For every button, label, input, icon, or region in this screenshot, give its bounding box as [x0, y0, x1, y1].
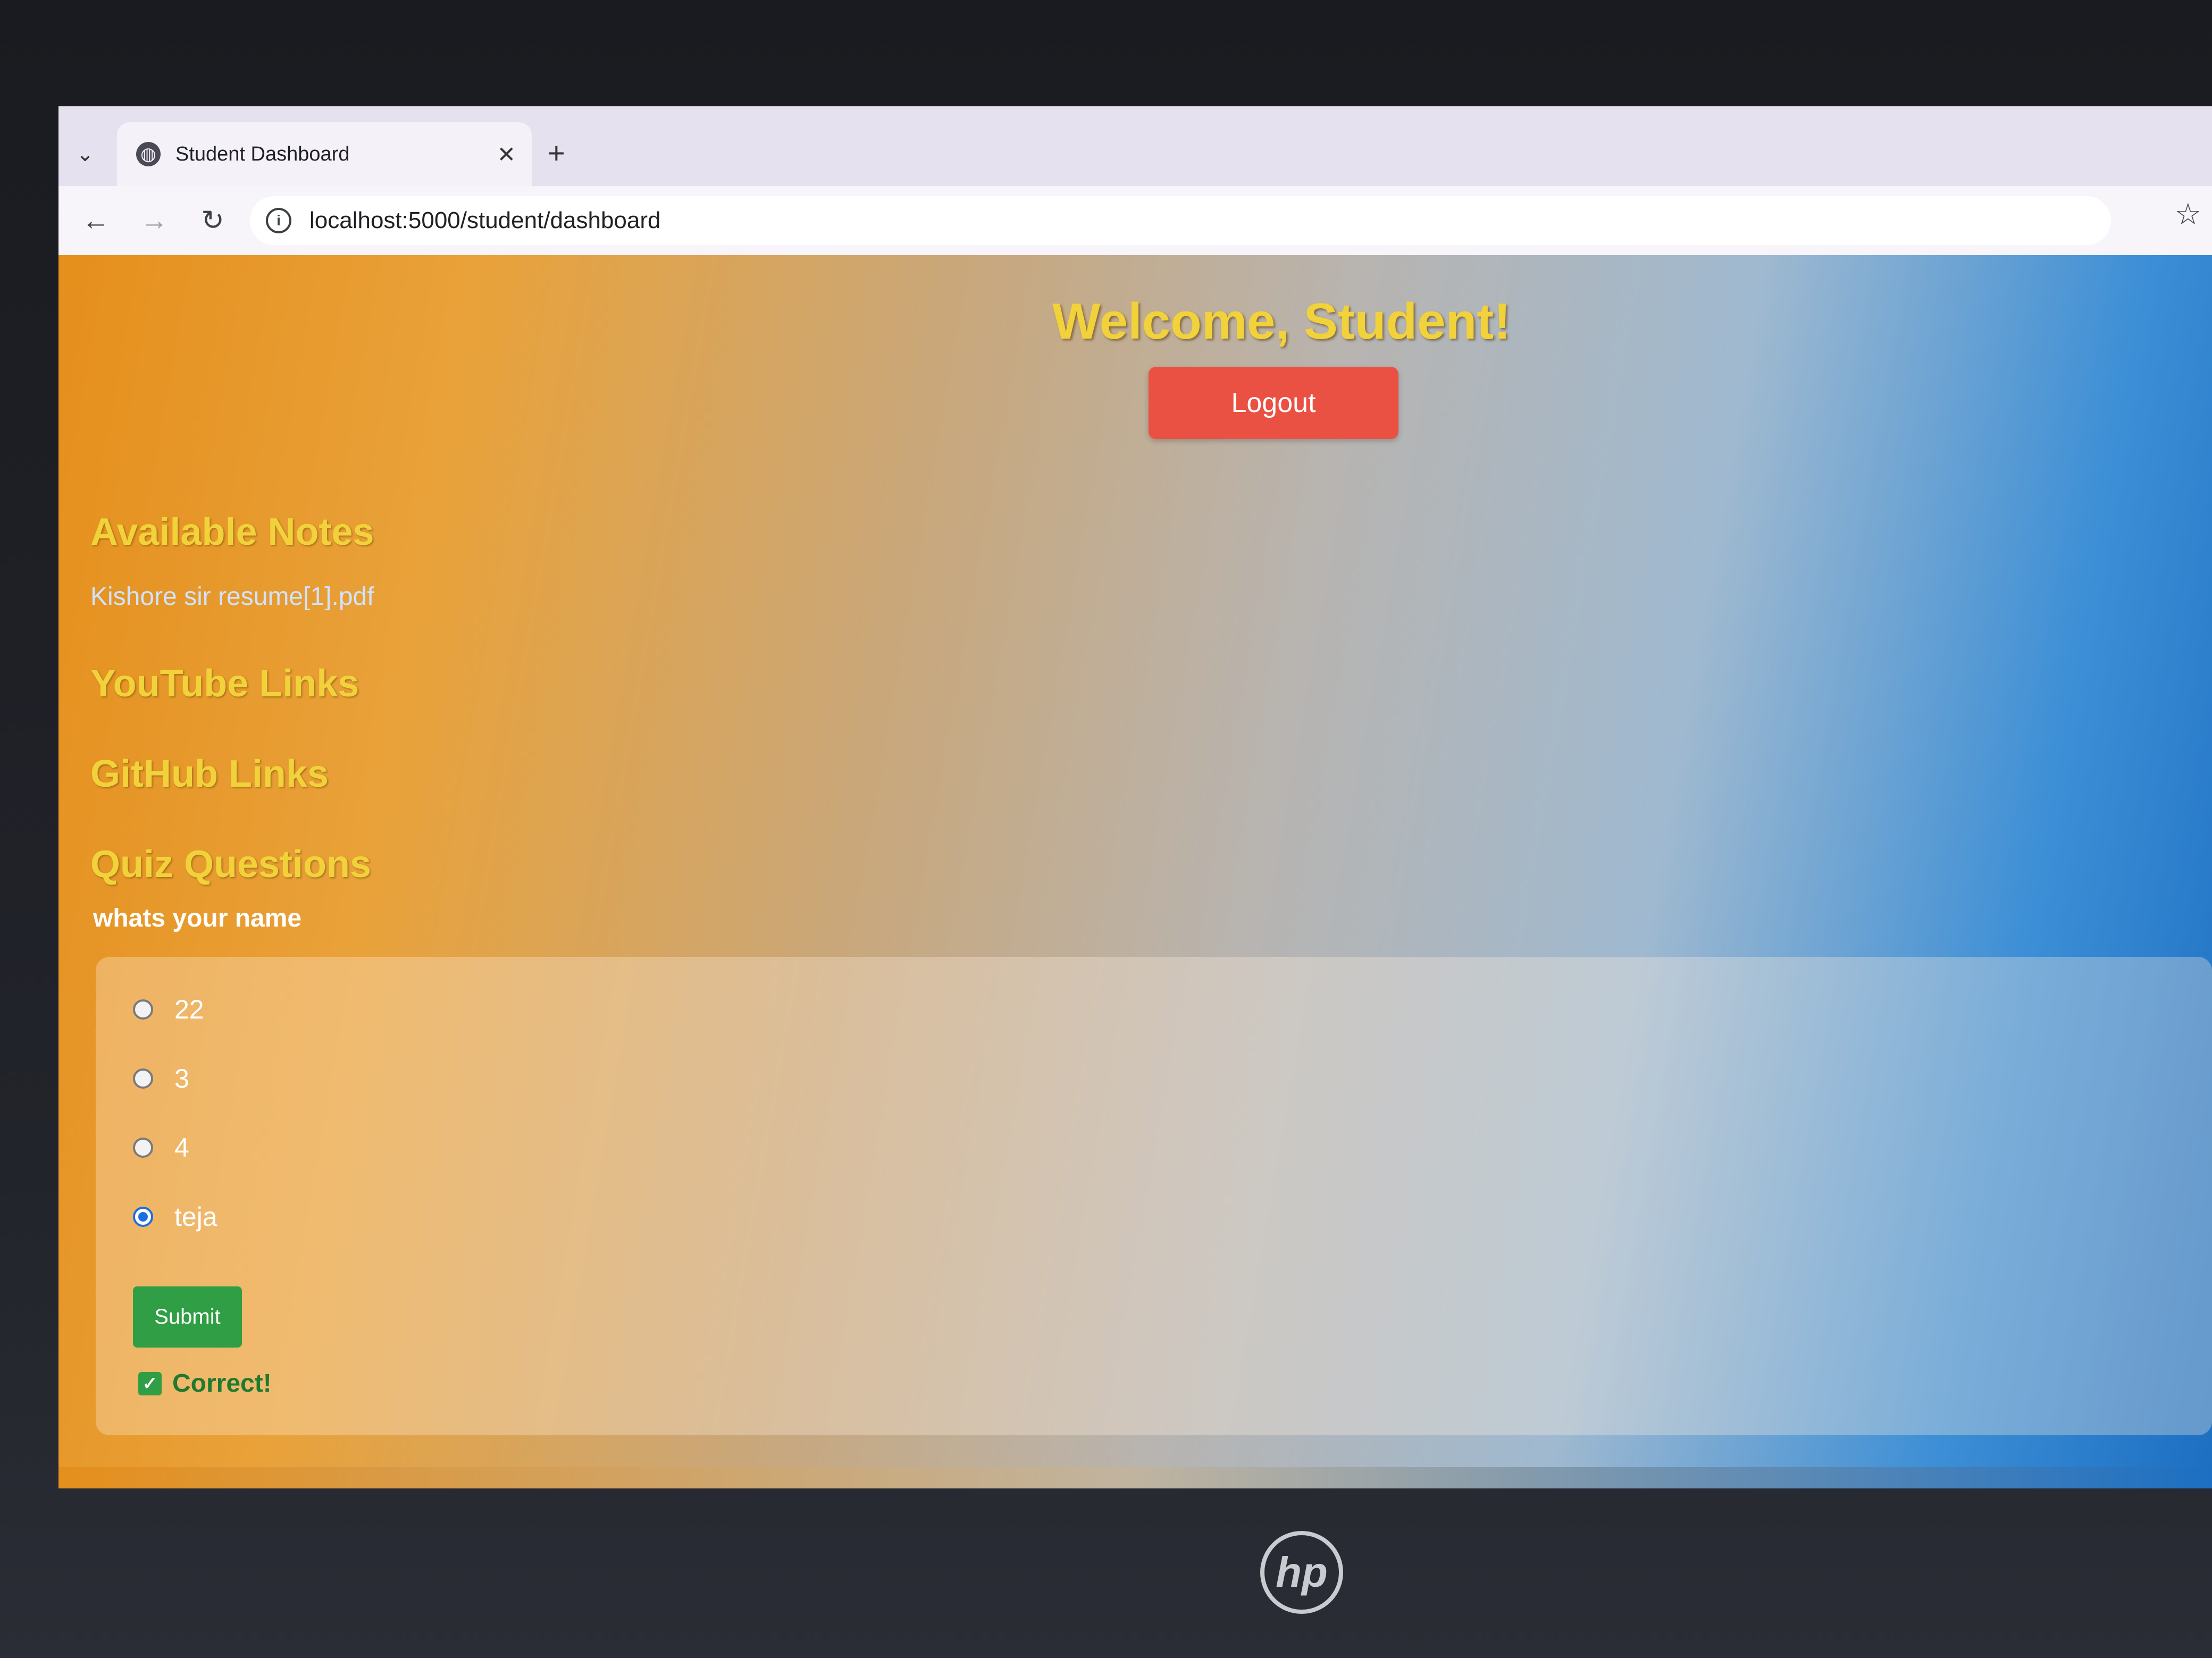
quiz-option[interactable]: 3	[133, 1063, 189, 1094]
page-title: Welcome, Student!	[1052, 293, 1511, 350]
quiz-option[interactable]: 4	[133, 1132, 189, 1163]
reload-icon[interactable]: ↻	[191, 199, 234, 242]
option-label: 3	[174, 1064, 189, 1093]
radio-button[interactable]	[133, 1068, 153, 1089]
forward-arrow-icon[interactable]: →	[133, 199, 175, 242]
option-label: 4	[174, 1133, 189, 1163]
notes-heading: Available Notes	[90, 511, 374, 553]
result-message: ✓ Correct!	[138, 1369, 272, 1398]
laptop-bezel: ⌄ ◍ Student Dashboard ✕ + ← → ↻ i localh…	[0, 0, 2212, 1658]
submit-button[interactable]: Submit	[133, 1286, 242, 1348]
quiz-question: whats your name	[93, 904, 302, 932]
tab-student-dashboard[interactable]: ◍ Student Dashboard ✕	[117, 122, 532, 186]
logout-button[interactable]: Logout	[1149, 367, 1398, 439]
new-tab-plus-icon[interactable]: +	[548, 136, 565, 170]
radio-button[interactable]	[133, 999, 153, 1020]
checkmark-icon: ✓	[138, 1371, 162, 1395]
back-arrow-icon[interactable]: ←	[74, 199, 117, 242]
address-bar[interactable]: i localhost:5000/student/dashboard	[250, 196, 2111, 245]
browser-toolbar: ← → ↻ i localhost:5000/student/dashboard…	[58, 186, 2212, 255]
radio-button-checked[interactable]	[133, 1207, 153, 1227]
quiz-option-selected[interactable]: teja	[133, 1201, 217, 1232]
option-label: teja	[174, 1202, 217, 1232]
browser-window: ⌄ ◍ Student Dashboard ✕ + ← → ↻ i localh…	[58, 106, 2212, 1488]
globe-icon: ◍	[136, 142, 161, 166]
tab-strip: ⌄ ◍ Student Dashboard ✕ +	[58, 106, 2212, 186]
quiz-card: 22 3 4 teja Submit ✓ Correct!	[96, 957, 2212, 1435]
github-heading: GitHub Links	[90, 753, 329, 795]
url-text: localhost:5000/student/dashboard	[309, 207, 661, 233]
hp-logo: hp	[1260, 1531, 1343, 1614]
option-label: 22	[174, 995, 204, 1024]
result-text: Correct!	[172, 1369, 272, 1398]
bookmark-star-icon[interactable]: ☆	[2175, 197, 2201, 232]
quiz-heading: Quiz Questions	[90, 843, 372, 886]
page-bottom-bar	[58, 1467, 2212, 1488]
tab-close-icon[interactable]: ✕	[497, 141, 516, 167]
page-content: Welcome, Student! Logout Available Notes…	[58, 255, 2212, 1488]
tab-title: Student Dashboard	[175, 142, 350, 165]
note-link[interactable]: Kishore sir resume[1].pdf	[90, 582, 374, 611]
radio-button[interactable]	[133, 1138, 153, 1158]
tab-search-chevron-down-icon[interactable]: ⌄	[69, 138, 101, 170]
site-info-icon[interactable]: i	[266, 208, 291, 233]
youtube-heading: YouTube Links	[90, 662, 359, 705]
quiz-option[interactable]: 22	[133, 994, 204, 1025]
